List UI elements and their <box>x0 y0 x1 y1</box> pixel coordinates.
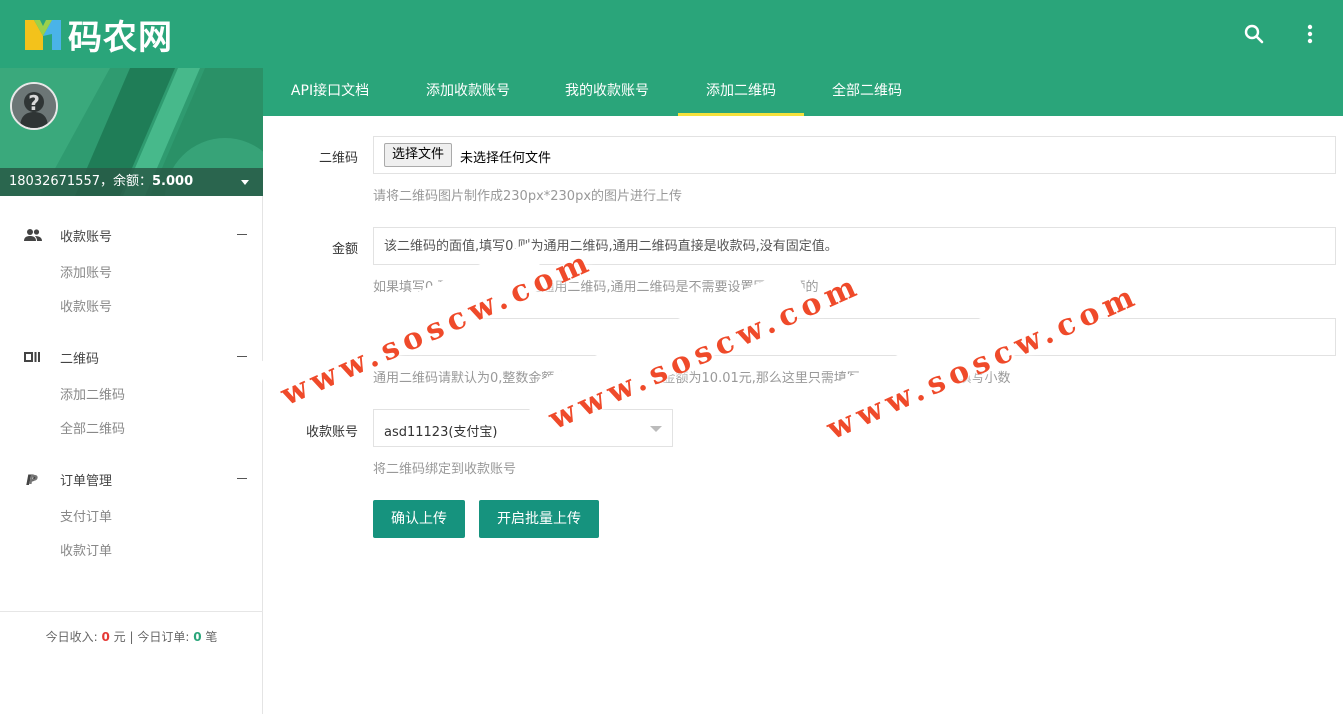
tab-my-accounts[interactable]: 我的收款账号 <box>552 68 662 116</box>
qrcode-help: 请将二维码图片制作成230px*230px的图片进行上传 <box>373 189 683 204</box>
tab-add-qrcode[interactable]: 添加二维码 <box>678 68 804 116</box>
tab-api-docs[interactable]: API接口文档 <box>275 68 385 116</box>
menu-group-qrcode[interactable]: 二维码 <box>0 335 263 379</box>
qrcode-label: 二维码 <box>318 151 358 166</box>
users-icon <box>24 229 42 241</box>
orders-label: 今日订单: <box>137 630 190 644</box>
account-help: 将二维码绑定到收款账号 <box>373 462 517 477</box>
choose-file-button[interactable]: 选择文件 <box>384 143 453 167</box>
collapse-icon[interactable] <box>237 478 247 479</box>
search-icon[interactable] <box>1240 20 1268 48</box>
svg-text:?: ? <box>28 91 40 115</box>
batch-upload-button[interactable]: 开启批量上传 <box>479 500 599 538</box>
account-selected: asd11123(支付宝) <box>384 425 498 440</box>
menu-group-accounts[interactable]: 收款账号 <box>0 213 263 257</box>
amount-input[interactable] <box>374 228 1335 264</box>
menu-group-orders[interactable]: P P 订单管理 <box>0 457 263 501</box>
today-stats: 今日收入: 0 元 | 今日订单: 0 笔 <box>0 611 263 645</box>
menu-group-label: 二维码 <box>60 351 100 367</box>
user-question-icon: ? <box>12 84 56 128</box>
qrcode-file-field: 选择文件 未选择任何文件 <box>373 136 1336 174</box>
sidebar-item-add-account[interactable]: 添加账号 <box>0 257 263 291</box>
stats-separator: | <box>129 630 134 644</box>
integer-label: 整额 <box>331 333 358 348</box>
profile-panel: ? 18032671557，余额：5.000 <box>0 68 263 196</box>
logo-mark-icon <box>25 20 61 50</box>
sidebar-item-add-qrcode[interactable]: 添加二维码 <box>0 379 263 413</box>
orders-unit: 笔 <box>205 630 218 644</box>
collapse-icon[interactable] <box>237 356 247 357</box>
integer-input[interactable] <box>374 319 1335 355</box>
confirm-upload-button[interactable]: 确认上传 <box>373 500 465 538</box>
balance-value: 5.000 <box>152 174 194 189</box>
menu-group-label: 订单管理 <box>60 473 113 489</box>
sidebar-menu: 收款账号 添加账号 收款账号 二维码 添加二维码 全部二维码 P P 订单管理 … <box>0 213 263 569</box>
user-info-bar[interactable]: 18032671557，余额：5.000 <box>0 168 263 196</box>
collapse-icon[interactable] <box>237 234 247 235</box>
income-value: 0 <box>101 630 110 644</box>
tab-bar: API接口文档 添加收款账号 我的收款账号 添加二维码 全部二维码 <box>263 68 1343 116</box>
balance-label: ，余额： <box>99 174 152 189</box>
sidebar-item-pay-orders[interactable]: 支付订单 <box>0 501 263 535</box>
chevron-down-icon <box>650 426 662 432</box>
account-select[interactable]: asd11123(支付宝) <box>373 409 673 447</box>
watermark-backdrop <box>798 277 1093 443</box>
user-phone: 18032671557 <box>9 174 100 189</box>
menu-group-label: 收款账号 <box>60 229 113 245</box>
logo[interactable]: 码农网 <box>22 12 173 58</box>
income-unit: 元 <box>113 630 126 644</box>
sidebar: ? 18032671557，余额：5.000 收款账号 添加账号 收款账号 二维… <box>0 68 263 714</box>
qrcode-icon <box>24 352 40 362</box>
amount-help: 如果填写0,那么该二维码就是通用二维码,通用二维码是不需要设置固定金额的 <box>373 280 819 295</box>
sidebar-item-all-qrcode[interactable]: 全部二维码 <box>0 413 263 447</box>
income-label: 今日收入: <box>45 630 98 644</box>
sidebar-item-accounts[interactable]: 收款账号 <box>0 291 263 325</box>
svg-text:P: P <box>29 473 38 486</box>
watermark: www.soscw.com <box>821 277 1145 447</box>
amount-label: 金额 <box>331 242 358 257</box>
sidebar-item-receive-orders[interactable]: 收款订单 <box>0 535 263 569</box>
tab-add-account[interactable]: 添加收款账号 <box>413 68 523 116</box>
avatar[interactable]: ? <box>10 82 58 130</box>
account-label: 收款账号 <box>305 425 358 440</box>
logo-text: 码农网 <box>68 17 173 58</box>
tab-all-qrcode[interactable]: 全部二维码 <box>819 68 915 116</box>
more-vert-icon[interactable] <box>1296 20 1324 48</box>
file-status: 未选择任何文件 <box>460 151 552 166</box>
integer-field <box>373 318 1336 356</box>
integer-help: 通用二维码请默认为0,整数金额,假如上传的二维码金额为10.01元,那么这里只需… <box>373 371 1011 386</box>
amount-field <box>373 227 1336 265</box>
orders-value: 0 <box>193 630 202 644</box>
caret-down-icon[interactable] <box>241 180 249 185</box>
top-bar: 码农网 <box>0 0 1343 68</box>
paypal-icon: P P <box>26 473 38 486</box>
